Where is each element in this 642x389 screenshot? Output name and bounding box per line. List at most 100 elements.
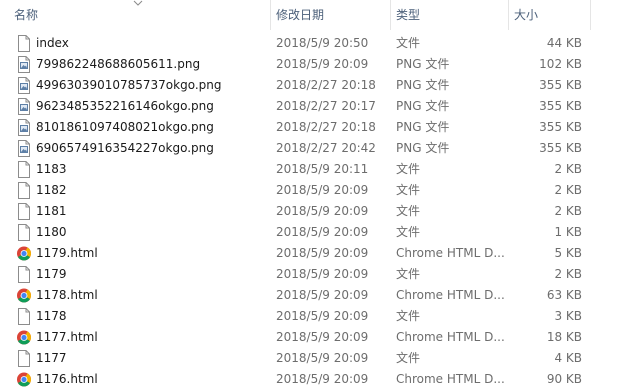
image-file-icon — [16, 140, 32, 157]
chrome-icon — [16, 287, 32, 304]
file-row[interactable]: 1178 2018/5/9 20:09 文件 3 KB — [0, 306, 642, 327]
file-name: 1182 — [36, 183, 67, 197]
file-modified-date: 2018/5/9 20:09 — [276, 246, 369, 260]
file-name: index — [36, 36, 69, 50]
file-size: 1 KB — [554, 225, 582, 239]
file-name: 49963039010785737okgo.png — [36, 78, 222, 92]
file-row[interactable]: 49963039010785737okgo.png 2018/2/27 20:18… — [0, 75, 642, 96]
file-type: 文件 — [396, 351, 421, 365]
file-modified-date: 2018/2/27 20:42 — [276, 141, 376, 155]
file-size: 102 KB — [539, 57, 582, 71]
file-modified-date: 2018/2/27 20:18 — [276, 120, 376, 134]
file-modified-date: 2018/2/27 20:18 — [276, 78, 376, 92]
file-row[interactable]: 1177.html 2018/5/9 20:09 Chrome HTML D... 1… — [0, 327, 642, 348]
file-size: 4 KB — [554, 351, 582, 365]
file-size: 355 KB — [539, 120, 582, 134]
chrome-icon — [16, 371, 32, 388]
file-size: 18 KB — [546, 330, 582, 344]
file-type: Chrome HTML D... — [396, 246, 504, 260]
file-type: 文件 — [396, 36, 421, 50]
column-divider[interactable] — [590, 0, 591, 30]
file-size: 2 KB — [554, 204, 582, 218]
file-row[interactable]: 1178.html 2018/5/9 20:09 Chrome HTML D... 6… — [0, 285, 642, 306]
column-header-date[interactable]: 修改日期 — [270, 0, 390, 30]
file-row[interactable]: 1179.html 2018/5/9 20:09 Chrome HTML D... 5… — [0, 243, 642, 264]
file-type: PNG 文件 — [396, 78, 450, 92]
file-modified-date: 2018/5/9 20:09 — [276, 225, 369, 239]
file-rows: index 2018/5/9 20:50 文件 44 KB 79986224868860… — [0, 33, 642, 389]
file-row[interactable]: 1176.html 2018/5/9 20:09 Chrome HTML D... 9… — [0, 369, 642, 389]
file-explorer-list: 名称 修改日期 类型 大小 index 2018/5/9 20:50 文件 44 KB… — [0, 0, 642, 389]
file-type: PNG 文件 — [396, 57, 450, 71]
file-type: PNG 文件 — [396, 141, 450, 155]
file-row[interactable]: 799862248688605611.png 2018/5/9 20:09 PNG … — [0, 54, 642, 75]
file-row[interactable]: 6906574916354227okgo.png 2018/2/27 20:42 P… — [0, 138, 642, 159]
file-icon — [16, 308, 32, 325]
file-row[interactable]: 8101861097408021okgo.png 2018/2/27 20:18 P… — [0, 117, 642, 138]
file-row[interactable]: 1182 2018/5/9 20:09 文件 2 KB — [0, 180, 642, 201]
file-size: 44 KB — [546, 36, 582, 50]
image-file-icon — [16, 77, 32, 94]
file-name: 8101861097408021okgo.png — [36, 120, 214, 134]
file-name: 1180 — [36, 225, 67, 239]
file-type: PNG 文件 — [396, 120, 450, 134]
file-modified-date: 2018/5/9 20:11 — [276, 162, 369, 176]
file-icon — [16, 161, 32, 178]
file-name: 9623485352216146okgo.png — [36, 99, 214, 113]
file-icon — [16, 266, 32, 283]
file-size: 3 KB — [554, 309, 582, 323]
file-modified-date: 2018/5/9 20:09 — [276, 309, 369, 323]
file-size: 355 KB — [539, 99, 582, 113]
column-header-size[interactable]: 大小 — [508, 0, 590, 30]
file-name: 6906574916354227okgo.png — [36, 141, 214, 155]
file-row[interactable]: 1181 2018/5/9 20:09 文件 2 KB — [0, 201, 642, 222]
file-row[interactable]: index 2018/5/9 20:50 文件 44 KB — [0, 33, 642, 54]
file-icon — [16, 182, 32, 199]
file-modified-date: 2018/5/9 20:09 — [276, 330, 369, 344]
file-type: 文件 — [396, 309, 421, 323]
file-size: 90 KB — [546, 372, 582, 386]
file-name: 1179.html — [36, 246, 98, 260]
file-name: 1183 — [36, 162, 67, 176]
file-size: 355 KB — [539, 141, 582, 155]
column-header-name[interactable]: 名称 — [0, 0, 270, 30]
column-header-bar: 名称 修改日期 类型 大小 — [0, 0, 642, 30]
file-row[interactable]: 1180 2018/5/9 20:09 文件 1 KB — [0, 222, 642, 243]
chrome-icon — [16, 329, 32, 346]
file-icon — [16, 203, 32, 220]
file-name: 1181 — [36, 204, 67, 218]
file-modified-date: 2018/5/9 20:09 — [276, 351, 369, 365]
image-file-icon — [16, 98, 32, 115]
file-size: 2 KB — [554, 267, 582, 281]
file-type: Chrome HTML D... — [396, 372, 504, 386]
file-type: Chrome HTML D... — [396, 288, 504, 302]
file-icon — [16, 350, 32, 367]
file-modified-date: 2018/5/9 20:09 — [276, 372, 369, 386]
file-type: 文件 — [396, 183, 421, 197]
file-type: 文件 — [396, 225, 421, 239]
file-size: 355 KB — [539, 78, 582, 92]
image-file-icon — [16, 119, 32, 136]
chrome-icon — [16, 245, 32, 262]
file-icon — [16, 35, 32, 52]
column-header-type[interactable]: 类型 — [390, 0, 508, 30]
image-file-icon — [16, 56, 32, 73]
file-type: 文件 — [396, 162, 421, 176]
file-modified-date: 2018/5/9 20:09 — [276, 204, 369, 218]
file-name: 1178 — [36, 309, 67, 323]
file-size: 5 KB — [554, 246, 582, 260]
file-name: 1179 — [36, 267, 67, 281]
file-name: 1178.html — [36, 288, 98, 302]
file-icon — [16, 224, 32, 241]
file-name: 1177.html — [36, 330, 98, 344]
file-row[interactable]: 1179 2018/5/9 20:09 文件 2 KB — [0, 264, 642, 285]
file-size: 2 KB — [554, 183, 582, 197]
file-row[interactable]: 1183 2018/5/9 20:11 文件 2 KB — [0, 159, 642, 180]
file-row[interactable]: 9623485352216146okgo.png 2018/2/27 20:17 P… — [0, 96, 642, 117]
file-modified-date: 2018/5/9 20:09 — [276, 57, 369, 71]
file-size: 2 KB — [554, 162, 582, 176]
file-name: 799862248688605611.png — [36, 57, 201, 71]
file-type: 文件 — [396, 267, 421, 281]
file-type: Chrome HTML D... — [396, 330, 504, 344]
file-row[interactable]: 1177 2018/5/9 20:09 文件 4 KB — [0, 348, 642, 369]
